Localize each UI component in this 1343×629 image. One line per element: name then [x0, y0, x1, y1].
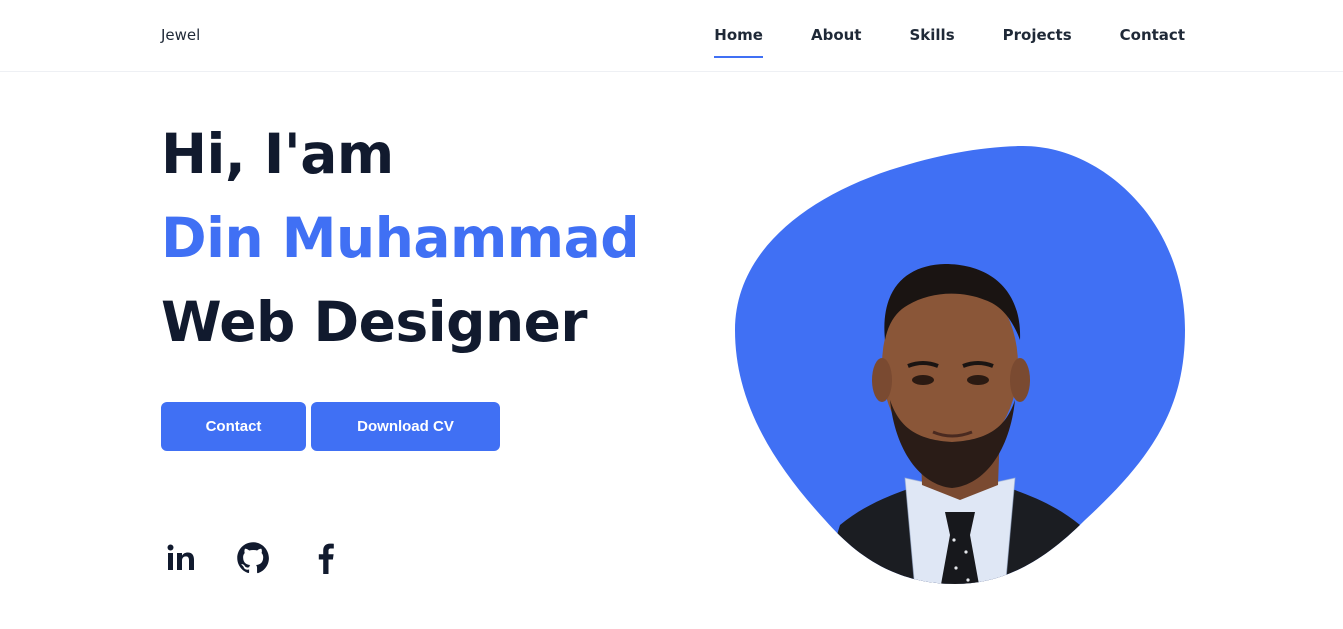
hero-greeting: Hi, I'am — [161, 122, 394, 186]
nav-item-contact[interactable]: Contact — [1120, 24, 1185, 60]
download-cv-button[interactable]: Download CV — [311, 402, 500, 451]
facebook-icon[interactable] — [305, 538, 345, 578]
hero-role: Web Designer — [161, 290, 588, 354]
hero-title: Hi, I'am Din Muhammad Web Designer — [161, 112, 640, 364]
nav-item-projects[interactable]: Projects — [1003, 24, 1072, 60]
linkedin-icon[interactable] — [161, 538, 201, 578]
nav-item-home[interactable]: Home — [714, 24, 763, 60]
portrait-blob — [735, 145, 1185, 584]
hero-portrait — [730, 140, 1190, 590]
social-links — [161, 538, 341, 578]
site-logo[interactable]: Jewel — [161, 26, 200, 44]
nav-item-about[interactable]: About — [811, 24, 862, 60]
main-nav: Home About Skills Projects Contact — [714, 24, 1185, 60]
nav-item-skills[interactable]: Skills — [909, 24, 954, 60]
hero-name: Din Muhammad — [161, 206, 640, 270]
site-header: Jewel Home About Skills Projects Contact — [0, 0, 1343, 72]
github-icon[interactable] — [233, 538, 273, 578]
contact-button[interactable]: Contact — [161, 402, 306, 451]
